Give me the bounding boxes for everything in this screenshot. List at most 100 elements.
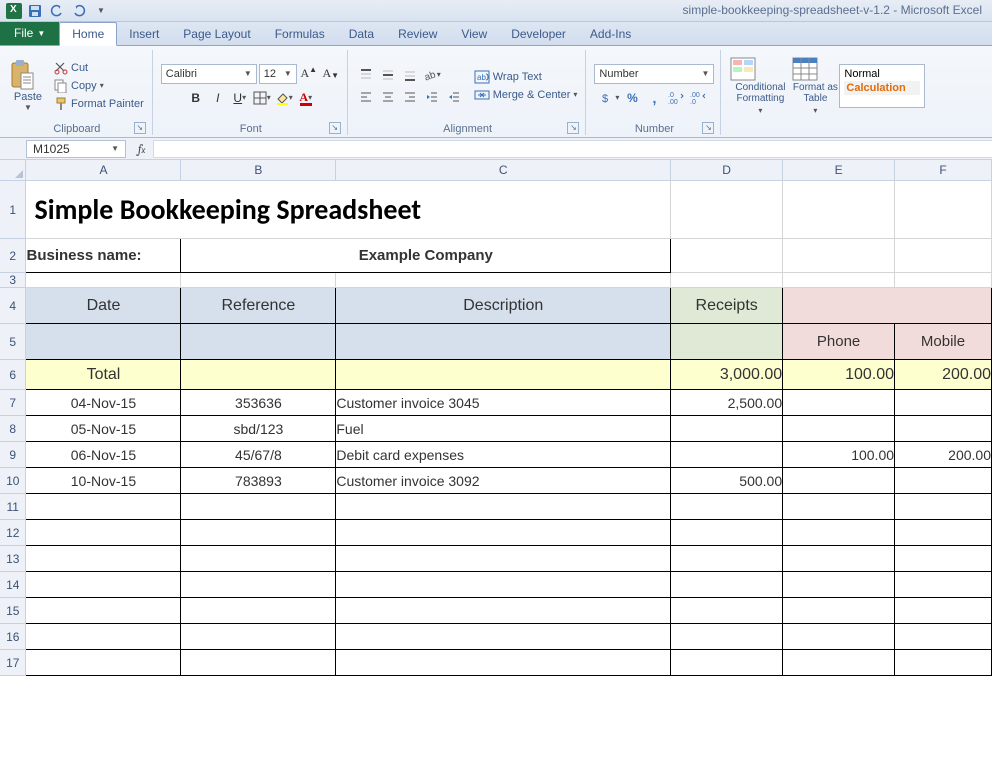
copy-button[interactable]: Copy▾ — [52, 78, 146, 94]
clipboard-launcher-icon[interactable]: ↘ — [134, 122, 146, 134]
tab-insert[interactable]: Insert — [117, 23, 171, 45]
font-size-select[interactable]: 12▼ — [259, 64, 297, 84]
cell[interactable] — [783, 181, 895, 239]
table-cell[interactable] — [671, 416, 783, 442]
cell[interactable] — [181, 360, 336, 390]
cell[interactable] — [783, 520, 895, 546]
decrease-indent-icon[interactable] — [422, 87, 442, 107]
font-name-select[interactable]: Calibri▼ — [161, 64, 257, 84]
italic-button[interactable]: I — [208, 88, 228, 108]
cell[interactable] — [181, 273, 336, 288]
sheet-title[interactable]: Simple Bookkeeping Spreadsheet — [26, 188, 670, 231]
table-cell[interactable]: 06-Nov-15 — [26, 442, 181, 468]
font-launcher-icon[interactable]: ↘ — [329, 122, 341, 134]
align-middle-icon[interactable] — [378, 65, 398, 85]
formula-bar[interactable] — [153, 140, 992, 158]
table-cell[interactable] — [783, 416, 895, 442]
cell[interactable] — [671, 572, 783, 598]
col-header-F[interactable]: F — [895, 160, 992, 181]
cell[interactable] — [181, 546, 336, 572]
table-cell[interactable]: 45/67/8 — [181, 442, 336, 468]
row-header-17[interactable]: 17 — [0, 650, 26, 676]
header-phone[interactable]: Phone — [783, 324, 895, 360]
col-header-D[interactable]: D — [671, 160, 783, 181]
cell[interactable] — [895, 181, 992, 239]
total-receipts[interactable]: 3,000.00 — [671, 360, 783, 390]
fx-icon[interactable]: fx — [130, 142, 153, 156]
decrease-font-icon[interactable]: A▼ — [321, 64, 341, 84]
tab-view[interactable]: View — [449, 23, 499, 45]
cell[interactable] — [336, 360, 671, 390]
increase-font-icon[interactable]: A▲ — [299, 64, 319, 84]
cell[interactable] — [26, 520, 181, 546]
merge-center-button[interactable]: Merge & Center▾ — [472, 87, 580, 103]
tab-add-ins[interactable]: Add-Ins — [578, 23, 643, 45]
cell[interactable] — [181, 624, 336, 650]
row-header-3[interactable]: 3 — [0, 273, 26, 288]
cell[interactable] — [26, 572, 181, 598]
cell[interactable] — [783, 598, 895, 624]
table-cell[interactable] — [783, 390, 895, 416]
header-description[interactable]: Description — [336, 288, 671, 324]
borders-button[interactable]: ▾ — [252, 88, 272, 108]
col-header-B[interactable]: B — [181, 160, 336, 181]
cell-styles-gallery[interactable]: Normal Calculation — [839, 64, 925, 108]
table-cell[interactable]: 500.00 — [671, 468, 783, 494]
cell[interactable] — [783, 494, 895, 520]
table-cell[interactable]: 04-Nov-15 — [26, 390, 181, 416]
col-header-C[interactable]: C — [336, 160, 671, 181]
cell[interactable] — [783, 650, 895, 676]
cell[interactable] — [895, 494, 992, 520]
cell[interactable] — [671, 494, 783, 520]
table-cell[interactable] — [671, 442, 783, 468]
qat-dropdown-icon[interactable]: ▼ — [92, 2, 110, 20]
cell[interactable] — [336, 598, 671, 624]
cell[interactable] — [895, 273, 992, 288]
table-cell[interactable]: Customer invoice 3045 — [336, 390, 671, 416]
cell[interactable] — [336, 324, 671, 360]
cell[interactable] — [895, 624, 992, 650]
cell[interactable] — [26, 546, 181, 572]
cell[interactable] — [895, 239, 992, 273]
table-cell[interactable]: 353636 — [181, 390, 336, 416]
underline-button[interactable]: U▾ — [230, 88, 250, 108]
style-normal[interactable]: Normal — [844, 67, 920, 81]
cell[interactable] — [26, 273, 181, 288]
cell[interactable] — [181, 650, 336, 676]
tab-data[interactable]: Data — [337, 23, 386, 45]
number-launcher-icon[interactable]: ↘ — [702, 122, 714, 134]
align-top-icon[interactable] — [356, 65, 376, 85]
table-cell[interactable]: 2,500.00 — [671, 390, 783, 416]
cell[interactable] — [895, 546, 992, 572]
cell[interactable] — [895, 598, 992, 624]
table-cell[interactable]: sbd/123 — [181, 416, 336, 442]
header-reference[interactable]: Reference — [181, 288, 336, 324]
cell[interactable] — [26, 324, 181, 360]
table-cell[interactable]: Customer invoice 3092 — [336, 468, 671, 494]
table-cell[interactable]: 100.00 — [783, 442, 895, 468]
cell[interactable] — [671, 598, 783, 624]
increase-indent-icon[interactable] — [444, 87, 464, 107]
table-cell[interactable] — [783, 468, 895, 494]
redo-icon[interactable] — [70, 2, 88, 20]
cell[interactable] — [336, 650, 671, 676]
cell[interactable] — [895, 650, 992, 676]
cell[interactable] — [671, 546, 783, 572]
cell[interactable] — [181, 598, 336, 624]
bold-button[interactable]: B — [186, 88, 206, 108]
cell[interactable] — [895, 520, 992, 546]
cell[interactable] — [783, 273, 895, 288]
cell[interactable] — [181, 324, 336, 360]
file-tab[interactable]: File ▼ — [0, 21, 59, 45]
table-cell[interactable]: 05-Nov-15 — [26, 416, 181, 442]
font-color-button[interactable]: A ▾ — [296, 88, 316, 108]
style-calculation[interactable]: Calculation — [844, 81, 920, 95]
row-header-6[interactable]: 6 — [0, 360, 26, 390]
cell[interactable] — [783, 546, 895, 572]
table-cell[interactable] — [895, 468, 992, 494]
cell[interactable] — [181, 520, 336, 546]
business-name-value[interactable]: Example Company — [181, 239, 671, 273]
row-header-1[interactable]: 1 — [0, 181, 26, 239]
cell[interactable] — [783, 239, 895, 273]
cell[interactable] — [671, 324, 783, 360]
